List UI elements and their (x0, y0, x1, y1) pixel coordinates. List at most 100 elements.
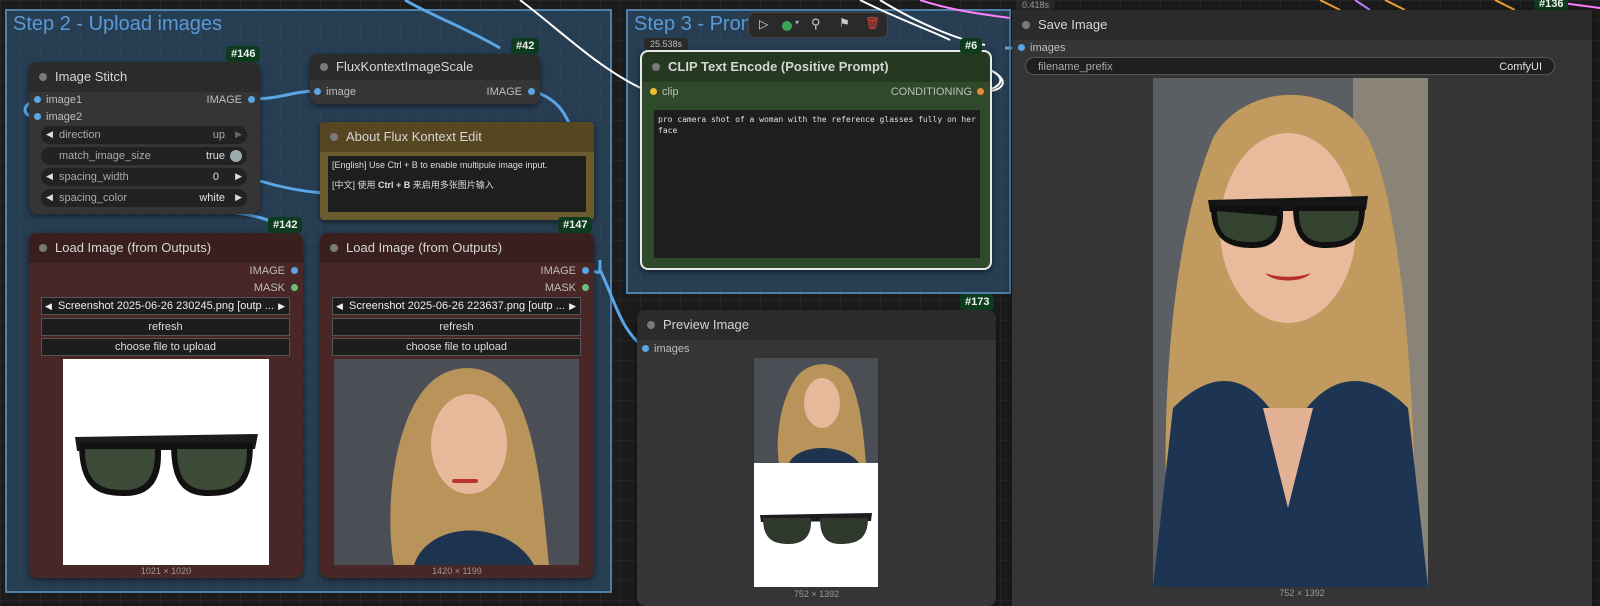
widget-value: up (212, 129, 225, 141)
node-title: Load Image (from Outputs) (55, 240, 212, 255)
about-flux-kontext-note[interactable]: About Flux Kontext Edit [English] Use Ct… (320, 122, 594, 220)
input-image1-label: image1 (46, 94, 83, 106)
flux-kontext-image-scale-node[interactable]: FluxKontextImageScale image IMAGE (310, 54, 540, 104)
decrement-arrow-icon[interactable]: ◀ (46, 129, 53, 140)
output-image-dot-icon[interactable] (582, 267, 589, 274)
input-image1-dot-icon[interactable] (34, 96, 41, 103)
output-image-dot-icon[interactable] (528, 88, 535, 95)
node-header[interactable]: Image Stitch (29, 62, 260, 92)
node-header[interactable]: Load Image (from Outputs) (29, 233, 303, 263)
node-id-badge: #6 (960, 38, 983, 54)
output-conditioning-dot-icon[interactable] (977, 88, 984, 95)
input-image-dot-icon[interactable] (314, 88, 321, 95)
direction-widget[interactable]: ◀ direction up ▶ (41, 126, 247, 144)
wire-top-8 (1384, 0, 1406, 11)
toggle-knob-icon[interactable] (230, 150, 242, 162)
decrement-arrow-icon[interactable]: ◀ (46, 192, 53, 203)
preview-image-node[interactable]: Preview Image images 752 × 1392 (637, 310, 996, 606)
spacing-color-widget[interactable]: ◀ spacing_color white ▶ (41, 189, 247, 207)
increment-arrow-icon[interactable]: ▶ (235, 171, 242, 182)
note-line-english: [English] Use Ctrl + B to enable multipu… (332, 160, 548, 170)
collapse-dot-icon[interactable] (330, 244, 338, 252)
wire-top-6 (1319, 0, 1341, 11)
filename-prefix-widget[interactable]: filename_prefix ComfyUI (1025, 57, 1555, 75)
input-clip-dot-icon[interactable] (650, 88, 657, 95)
wire-top-9 (1494, 0, 1516, 11)
note-text-area[interactable]: [English] Use Ctrl + B to enable multipu… (328, 156, 586, 212)
refresh-button[interactable]: refresh (332, 318, 581, 336)
node-title: Image Stitch (55, 69, 128, 84)
image-stitch-node[interactable]: Image Stitch image1 image2 IMAGE ◀ direc… (29, 62, 260, 214)
image-file-select[interactable]: ◀ Screenshot 2025-06-26 223637.png [outp… (332, 297, 581, 315)
upload-button[interactable]: choose file to upload (332, 338, 581, 356)
save-image-node[interactable]: Save Image images filename_prefix ComfyU… (1012, 10, 1592, 606)
input-clip-label: clip (662, 86, 679, 98)
node-title: Preview Image (663, 317, 749, 332)
input-images-label: images (654, 343, 690, 355)
spacing-width-widget[interactable]: ◀ spacing_width 0 ▶ (41, 168, 247, 186)
output-image-dot-icon[interactable] (248, 96, 255, 103)
clip-text-encode-node[interactable]: CLIP Text Encode (Positive Prompt) clip … (640, 50, 992, 270)
collapse-dot-icon[interactable] (330, 133, 338, 141)
widget-label: spacing_color (59, 192, 127, 204)
output-image-label: IMAGE (206, 94, 242, 106)
wand-icon[interactable]: ⚲ (811, 16, 821, 32)
group-title-step3: Step 3 - Prom (634, 13, 758, 35)
chevron-down-icon[interactable]: ▾ (795, 18, 799, 27)
collapse-dot-icon[interactable] (652, 63, 660, 71)
increment-arrow-icon[interactable]: ▶ (235, 192, 242, 203)
node-header[interactable]: CLIP Text Encode (Positive Prompt) (642, 52, 990, 82)
color-dot-icon[interactable] (782, 21, 792, 31)
node-header[interactable]: Load Image (from Outputs) (320, 233, 594, 263)
node-header[interactable]: FluxKontextImageScale (310, 54, 540, 80)
selected-file: Screenshot 2025-06-26 230245.png [outp .… (58, 300, 273, 312)
image-file-select[interactable]: ◀ Screenshot 2025-06-26 230245.png [outp… (41, 297, 290, 315)
prev-arrow-icon[interactable]: ◀ (336, 298, 343, 314)
group-title-step2: Step 2 - Upload images (13, 13, 223, 35)
prev-arrow-icon[interactable]: ◀ (45, 298, 52, 314)
collapse-dot-icon[interactable] (647, 321, 655, 329)
saved-output-image (1153, 78, 1428, 587)
stitched-preview-image (754, 358, 878, 587)
refresh-button[interactable]: refresh (41, 318, 290, 336)
output-portrait-image (1153, 78, 1428, 587)
collapse-dot-icon[interactable] (39, 73, 47, 81)
woman-image-preview (334, 359, 579, 565)
prompt-textarea[interactable]: pro camera shot of a woman with the refe… (654, 110, 980, 258)
node-id-badge: #146 (226, 46, 261, 62)
output-mask-dot-icon[interactable] (291, 284, 298, 291)
output-image-dot-icon[interactable] (291, 267, 298, 274)
collapse-dot-icon[interactable] (1022, 21, 1030, 29)
decrement-arrow-icon[interactable]: ◀ (46, 171, 53, 182)
widget-label: match_image_size (59, 150, 151, 162)
next-arrow-icon[interactable]: ▶ (569, 298, 576, 314)
match-image-size-toggle[interactable]: match_image_size true (41, 147, 247, 165)
input-image2-dot-icon[interactable] (34, 113, 41, 120)
widget-label: filename_prefix (1038, 61, 1113, 73)
upload-button[interactable]: choose file to upload (41, 338, 290, 356)
image-dimensions: 752 × 1392 (1279, 588, 1325, 598)
load-image-node-2[interactable]: Load Image (from Outputs) IMAGE MASK ◀ S… (320, 233, 594, 578)
note-line-chinese: [中文] 使用 Ctrl + B 来启用多张图片输入 (332, 178, 582, 191)
selection-toolbar[interactable]: ▷ ▾ ⚲ ⚑ 🗑 (748, 12, 888, 38)
trash-icon[interactable]: 🗑 (865, 16, 880, 30)
widget-value: ComfyUI (1499, 61, 1542, 73)
node-header[interactable]: Save Image (1012, 10, 1592, 40)
load-image-node-1[interactable]: Load Image (from Outputs) IMAGE MASK ◀ S… (29, 233, 303, 578)
input-image-label: image (326, 86, 356, 98)
increment-arrow-icon[interactable]: ▶ (235, 129, 242, 140)
input-images-dot-icon[interactable] (1018, 44, 1025, 51)
node-header[interactable]: Preview Image (637, 310, 996, 340)
next-arrow-icon[interactable]: ▶ (278, 298, 285, 314)
widget-value: 0 (212, 171, 219, 183)
collapse-dot-icon[interactable] (39, 244, 47, 252)
node-id-badge: #42 (511, 38, 540, 54)
collapse-dot-icon[interactable] (320, 63, 328, 71)
node-header[interactable]: About Flux Kontext Edit (320, 122, 594, 152)
output-mask-dot-icon[interactable] (582, 284, 589, 291)
output-image-label: IMAGE (540, 265, 576, 277)
image-dimensions: 752 × 1392 (793, 589, 840, 599)
pin-icon[interactable]: ⚑ (839, 16, 850, 30)
input-images-dot-icon[interactable] (642, 345, 649, 352)
play-icon[interactable]: ▷ (759, 17, 768, 31)
